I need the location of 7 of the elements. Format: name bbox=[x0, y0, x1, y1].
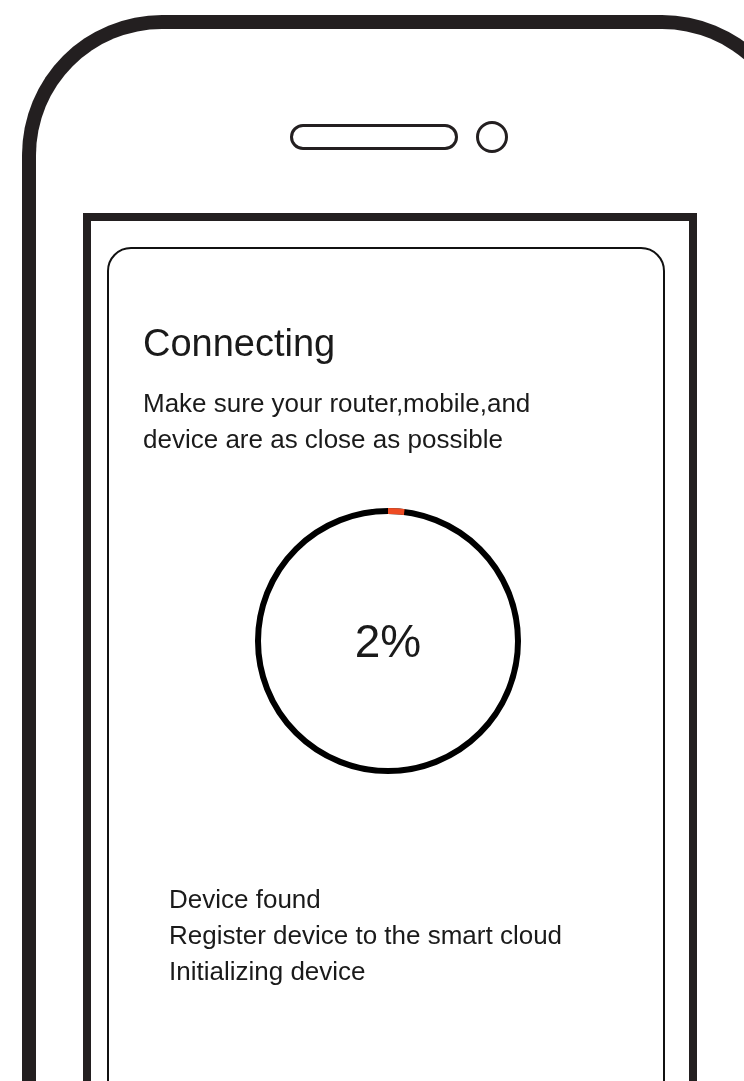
step-text: Register device to the smart cloud bbox=[169, 919, 564, 952]
step-text: Initializing device bbox=[169, 955, 367, 988]
step-text: Device found bbox=[169, 883, 322, 916]
progress-percent: 2% bbox=[354, 614, 422, 668]
camera-dot bbox=[476, 121, 508, 153]
instruction-text: Make sure your router,mobile,and device are as close as possible bbox=[143, 387, 532, 456]
screen-title: Connecting bbox=[143, 321, 337, 365]
